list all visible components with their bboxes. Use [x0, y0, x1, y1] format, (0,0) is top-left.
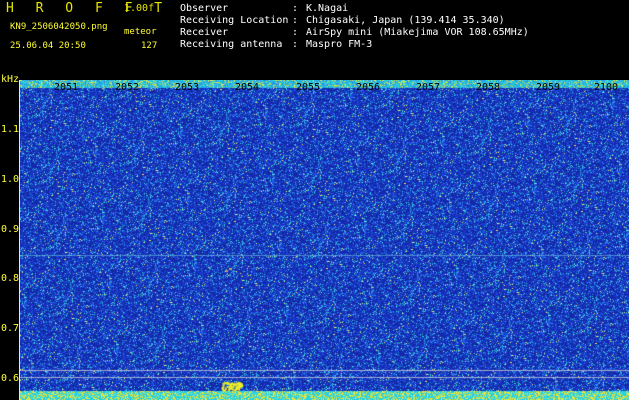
time-label: 2058 — [476, 82, 501, 93]
info-row-antenna: Receiving antenna: Maspro FM-3 — [180, 39, 373, 50]
time-label: 2053 — [175, 82, 200, 93]
info-row-location: Receiving Location: Chigasaki, Japan (139… — [180, 15, 505, 26]
y-axis-line — [19, 80, 20, 400]
info-value: Chigasaki, Japan (139.414 35.340) — [306, 15, 505, 26]
y-tick-label: 0.9 — [1, 224, 20, 235]
info-key: Receiver — [180, 27, 229, 38]
date-time: 25.06.04 20:50 — [10, 41, 86, 51]
time-label: 2052 — [115, 82, 140, 93]
time-label: 2100 — [594, 82, 619, 93]
time-label: 2057 — [416, 82, 441, 93]
time-label: 2055 — [296, 82, 321, 93]
y-tick-label: 1.0 — [1, 174, 20, 185]
y-tick-label: 1.1 — [1, 124, 20, 135]
info-row-receiver: Receiver: AirSpy mini (Miakejima VOR 108.… — [180, 27, 529, 38]
y-axis-unit: kHz — [1, 74, 20, 85]
y-tick-label: 0.8 — [1, 273, 20, 284]
app-version: 1.00f — [124, 3, 155, 14]
file-name: KN9_2506042050.png — [10, 22, 108, 32]
time-label: 2059 — [536, 82, 561, 93]
time-label: 2054 — [235, 82, 260, 93]
mode-label: meteor — [124, 27, 157, 37]
spectrogram — [20, 80, 629, 400]
info-value: K.Nagai — [306, 3, 349, 14]
info-value: Maspro FM-3 — [306, 39, 373, 50]
info-key: Receiving Location — [180, 15, 289, 26]
y-tick-label: 0.7 — [1, 323, 20, 334]
info-row-observer: Observer: K.Nagai — [180, 3, 349, 14]
detection-count: 127 — [141, 41, 158, 51]
y-tick-label: 0.6 — [1, 373, 20, 384]
info-value: AirSpy mini (Miakejima VOR 108.65MHz) — [306, 27, 529, 38]
info-key: Observer — [180, 3, 229, 14]
info-key: Receiving antenna — [180, 39, 283, 50]
time-label: 2056 — [356, 82, 381, 93]
time-label: 2051 — [54, 82, 79, 93]
